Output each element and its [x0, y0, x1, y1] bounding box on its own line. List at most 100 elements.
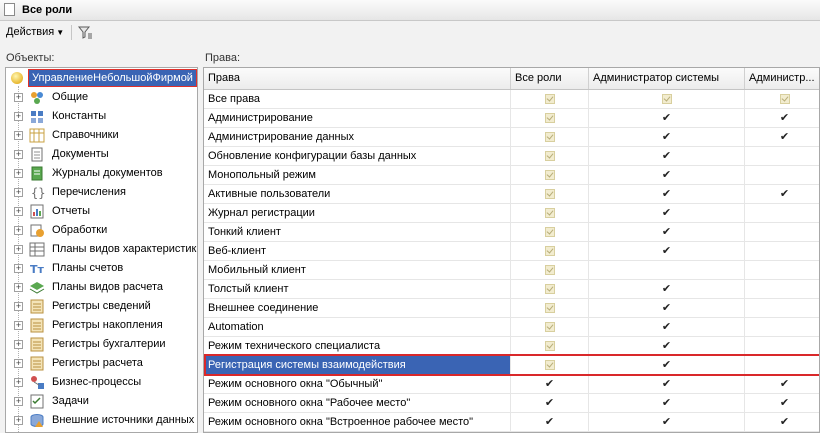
expand-icon[interactable]: +: [14, 169, 23, 178]
grid-row[interactable]: Automation ✔: [204, 318, 819, 337]
objects-tree[interactable]: УправлениеНебольшойФирмой + Общие + Констан…: [5, 67, 198, 433]
tree-root[interactable]: УправлениеНебольшойФирмой: [6, 69, 197, 87]
tree-item[interactable]: + Общие: [6, 88, 197, 107]
tree-item[interactable]: + Регистры бухгалтерии: [6, 335, 197, 354]
permission-checkbox[interactable]: [745, 223, 819, 241]
expand-icon[interactable]: +: [14, 245, 23, 254]
column-header-all-roles[interactable]: Все роли: [511, 68, 589, 89]
permission-checkbox[interactable]: ✔: [589, 299, 745, 317]
permission-checkbox[interactable]: ✔: [589, 204, 745, 222]
grid-row[interactable]: Регистрация системы взаимодействия ✔: [204, 356, 819, 375]
permission-checkbox[interactable]: [589, 261, 745, 279]
grid-row[interactable]: Обновление конфигурации базы данных ✔: [204, 147, 819, 166]
expand-icon[interactable]: +: [14, 416, 23, 425]
permission-checkbox[interactable]: ✔: [589, 128, 745, 146]
expand-icon[interactable]: +: [14, 397, 23, 406]
permission-checkbox[interactable]: [745, 299, 819, 317]
tree-item[interactable]: + Регистры сведений: [6, 297, 197, 316]
permission-checkbox[interactable]: [511, 299, 589, 317]
permission-checkbox[interactable]: ✔: [745, 413, 819, 431]
permission-checkbox[interactable]: [511, 109, 589, 127]
actions-menu-button[interactable]: Действия ▼: [2, 24, 68, 41]
permission-checkbox[interactable]: ✔: [511, 394, 589, 412]
permission-checkbox[interactable]: ✔: [745, 109, 819, 127]
grid-row[interactable]: Режим основного окна "Обычный" ✔ ✔ ✔: [204, 375, 819, 394]
expand-icon[interactable]: +: [14, 150, 23, 159]
expand-icon[interactable]: +: [14, 226, 23, 235]
grid-row[interactable]: Активные пользователи ✔ ✔: [204, 185, 819, 204]
permission-checkbox[interactable]: ✔: [745, 375, 819, 393]
tree-item[interactable]: + Внешние источники данных: [6, 411, 197, 430]
permission-checkbox[interactable]: ✔: [589, 375, 745, 393]
expand-icon[interactable]: +: [14, 340, 23, 349]
grid-row[interactable]: Режим основного окна "Рабочее место" ✔ ✔ ✔: [204, 394, 819, 413]
expand-icon[interactable]: +: [14, 131, 23, 140]
permission-checkbox[interactable]: [511, 166, 589, 184]
grid-row[interactable]: Толстый клиент ✔: [204, 280, 819, 299]
permission-checkbox[interactable]: ✔: [745, 185, 819, 203]
grid-row[interactable]: Все права: [204, 90, 819, 109]
permission-checkbox[interactable]: [745, 280, 819, 298]
permission-checkbox[interactable]: [511, 204, 589, 222]
permission-checkbox[interactable]: [511, 356, 589, 374]
permission-checkbox[interactable]: [745, 147, 819, 165]
permission-checkbox[interactable]: [745, 166, 819, 184]
permission-checkbox[interactable]: [589, 90, 745, 108]
permission-checkbox[interactable]: ✔: [589, 337, 745, 355]
permission-checkbox[interactable]: [511, 185, 589, 203]
permission-checkbox[interactable]: ✔: [589, 185, 745, 203]
expand-icon[interactable]: +: [14, 378, 23, 387]
grid-row[interactable]: Режим технического специалиста ✔: [204, 337, 819, 356]
permission-checkbox[interactable]: [511, 90, 589, 108]
grid-row[interactable]: Журнал регистрации ✔: [204, 204, 819, 223]
expand-icon[interactable]: +: [14, 302, 23, 311]
rights-grid[interactable]: Права Все роли Администратор системы Адм…: [203, 67, 820, 433]
expand-icon[interactable]: +: [14, 283, 23, 292]
grid-row[interactable]: Тонкий клиент ✔: [204, 223, 819, 242]
tree-item[interactable]: + Отчеты: [6, 202, 197, 221]
tree-item[interactable]: + Планы видов расчета: [6, 278, 197, 297]
tree-item[interactable]: + Бизнес-процессы: [6, 373, 197, 392]
expand-icon[interactable]: +: [14, 93, 23, 102]
tree-item[interactable]: + Планы видов характеристик: [6, 240, 197, 259]
grid-row[interactable]: Монопольный режим ✔: [204, 166, 819, 185]
grid-row[interactable]: Администрирование данных ✔ ✔: [204, 128, 819, 147]
tree-item[interactable]: + Регистры накопления: [6, 316, 197, 335]
column-header-system-admin[interactable]: Администратор системы: [589, 68, 745, 89]
tree-item[interactable]: + Документы: [6, 145, 197, 164]
expand-icon[interactable]: +: [14, 264, 23, 273]
grid-row[interactable]: Мобильный клиент: [204, 261, 819, 280]
grid-row[interactable]: Режим основного окна "Встроенное рабочее…: [204, 413, 819, 432]
permission-checkbox[interactable]: [511, 280, 589, 298]
tree-item[interactable]: + Журналы документов: [6, 164, 197, 183]
expand-icon[interactable]: +: [14, 359, 23, 368]
column-header-rights[interactable]: Права: [204, 68, 511, 89]
filter-button[interactable]: [76, 24, 94, 41]
permission-checkbox[interactable]: [511, 242, 589, 260]
tree-item[interactable]: + Задачи: [6, 392, 197, 411]
column-header-admin[interactable]: Администр...: [745, 68, 819, 89]
grid-row[interactable]: Веб-клиент ✔: [204, 242, 819, 261]
permission-checkbox[interactable]: ✔: [589, 356, 745, 374]
permission-checkbox[interactable]: ✔: [589, 280, 745, 298]
tree-item[interactable]: + Справочники: [6, 126, 197, 145]
permission-checkbox[interactable]: [511, 261, 589, 279]
permission-checkbox[interactable]: ✔: [589, 223, 745, 241]
tree-item[interactable]: + {} Перечисления: [6, 183, 197, 202]
expand-icon[interactable]: +: [14, 321, 23, 330]
tree-item[interactable]: + Константы: [6, 107, 197, 126]
permission-checkbox[interactable]: ✔: [511, 375, 589, 393]
permission-checkbox[interactable]: ✔: [589, 318, 745, 336]
grid-row[interactable]: Администрирование ✔ ✔: [204, 109, 819, 128]
permission-checkbox[interactable]: [745, 318, 819, 336]
permission-checkbox[interactable]: ✔: [589, 242, 745, 260]
permission-checkbox[interactable]: [745, 242, 819, 260]
expand-icon[interactable]: +: [14, 112, 23, 121]
permission-checkbox[interactable]: ✔: [589, 413, 745, 431]
permission-checkbox[interactable]: [745, 90, 819, 108]
expand-icon[interactable]: +: [14, 207, 23, 216]
grid-row[interactable]: Внешнее соединение ✔: [204, 299, 819, 318]
permission-checkbox[interactable]: [511, 128, 589, 146]
permission-checkbox[interactable]: [511, 318, 589, 336]
tree-item[interactable]: + Обработки: [6, 221, 197, 240]
